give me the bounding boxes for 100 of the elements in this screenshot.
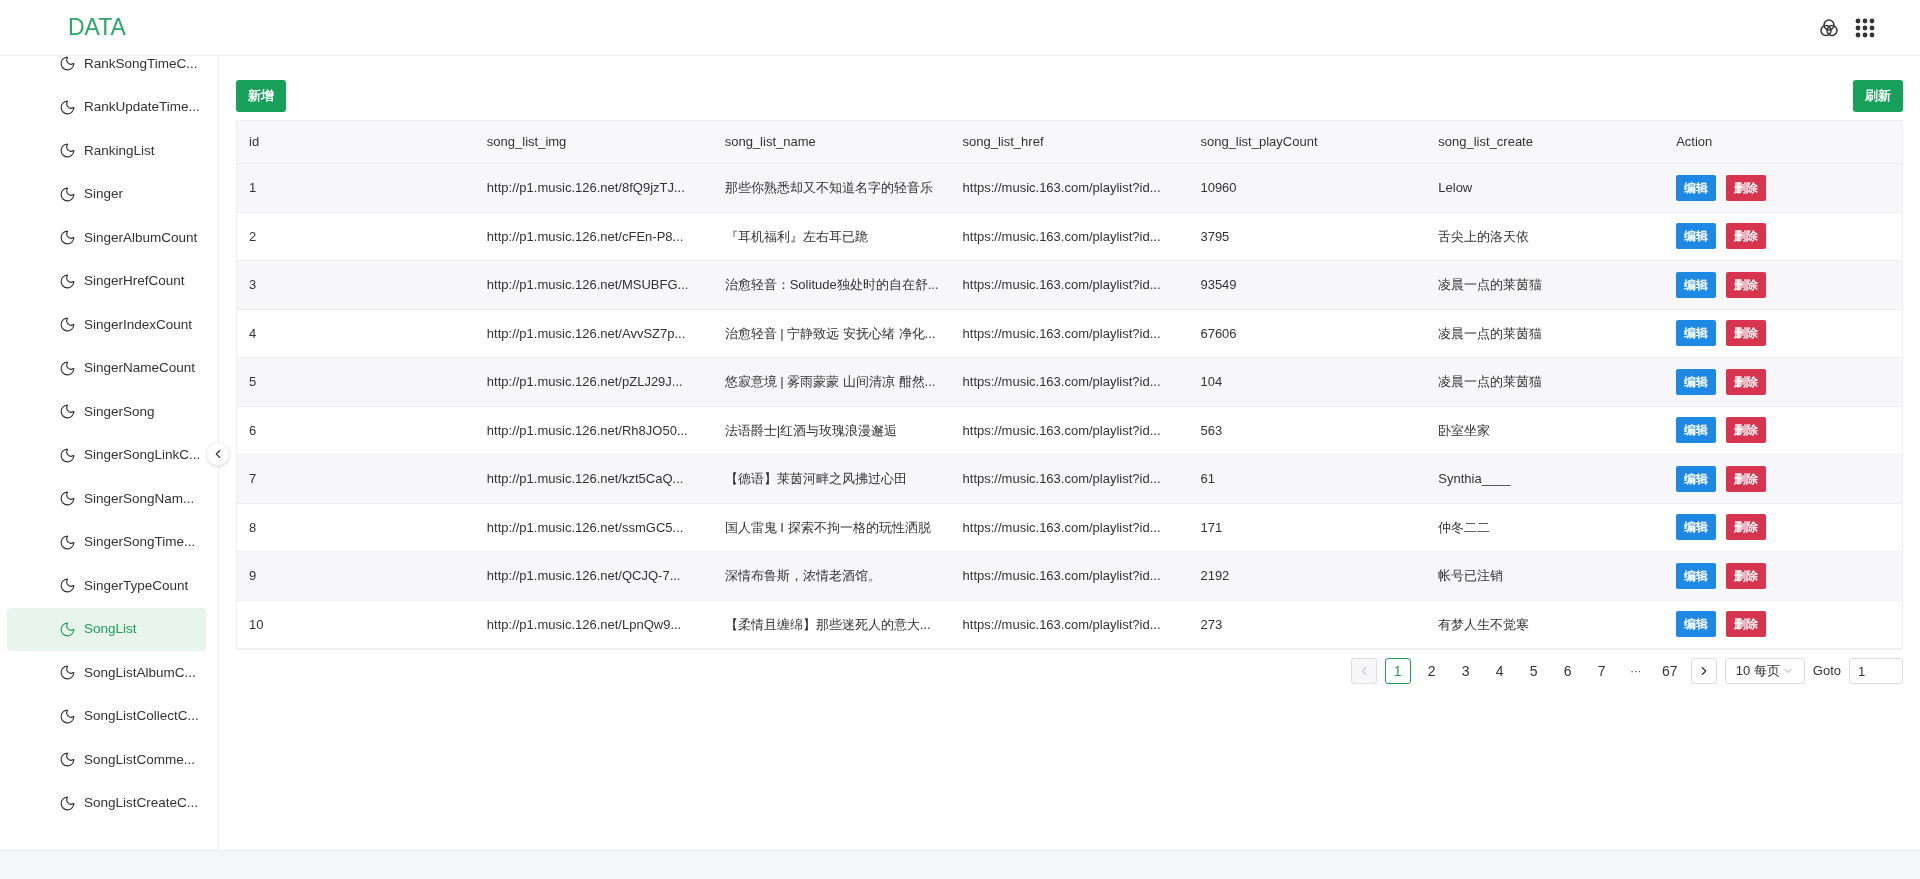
table-cell: 法语爵士|红酒与玫瑰浪漫邂逅 xyxy=(724,422,898,438)
moon-icon xyxy=(59,751,76,769)
page-ellipsis[interactable]: ··· xyxy=(1622,658,1649,684)
edit-button[interactable]: 编辑 xyxy=(1676,514,1717,541)
table-cell: 8 xyxy=(249,519,257,535)
page-button[interactable]: 6 xyxy=(1554,658,1581,684)
column-header: song_list_img xyxy=(486,134,567,150)
sidebar-item[interactable]: SingerSongNam... xyxy=(7,477,206,521)
table-cell: 凌晨一点的莱茵猫 xyxy=(1438,325,1543,341)
table-cell: 卧室坐家 xyxy=(1438,422,1491,438)
table-cell: 563 xyxy=(1200,422,1223,438)
sidebar-item[interactable]: RankingList xyxy=(7,129,206,173)
page-button[interactable]: 4 xyxy=(1486,658,1513,684)
table-cell: 6 xyxy=(249,422,257,438)
delete-button[interactable]: 删除 xyxy=(1726,223,1767,250)
table-cell: 10960 xyxy=(1200,180,1237,195)
table-cell: http://p1.music.126.net/MSUBFG... xyxy=(486,277,689,292)
overlapping-circles-icon[interactable] xyxy=(1819,17,1839,38)
sidebar-item[interactable]: RankUpdateTime... xyxy=(7,85,206,129)
edit-button[interactable]: 编辑 xyxy=(1676,562,1717,589)
goto-label: Goto xyxy=(1812,662,1841,681)
table-cell: http://p1.music.126.net/kzt5CaQ... xyxy=(486,471,684,486)
table-cell: 1 xyxy=(249,180,257,195)
sidebar-item[interactable]: Singer xyxy=(7,172,206,216)
table-cell: 67606 xyxy=(1200,325,1237,341)
sidebar-item[interactable]: SingerAlbumCount xyxy=(7,216,206,260)
sidebar-item[interactable]: SingerIndexCount xyxy=(7,303,206,347)
sidebar-item[interactable]: SingerSongLinkC... xyxy=(7,433,206,477)
table-cell: http://p1.music.126.net/LpnQw9... xyxy=(486,616,682,632)
delete-button[interactable]: 删除 xyxy=(1726,174,1767,201)
moon-icon xyxy=(59,98,76,116)
column-header: id xyxy=(249,134,260,150)
delete-button[interactable]: 删除 xyxy=(1726,514,1767,541)
sidebar-item[interactable]: SingerSong xyxy=(7,390,206,434)
table-cell: https://music.163.com/playlist?id... xyxy=(962,277,1161,292)
table-cell: 国人雷鬼 I 探索不拘一格的玩性洒脱 xyxy=(724,519,931,535)
table-cell: 有梦人生不觉寒 xyxy=(1438,616,1530,632)
delete-button[interactable]: 删除 xyxy=(1726,562,1767,589)
moon-icon xyxy=(59,446,76,464)
page-button[interactable]: 2 xyxy=(1418,658,1445,684)
column-header: Action xyxy=(1676,134,1713,150)
edit-button[interactable]: 编辑 xyxy=(1676,320,1717,347)
sidebar-item[interactable]: SingerSongTime... xyxy=(7,520,206,564)
table-cell: Lelow xyxy=(1438,180,1473,195)
column-header: song_list_name xyxy=(724,134,816,150)
table-cell: https://music.163.com/playlist?id... xyxy=(962,180,1161,195)
moon-icon xyxy=(59,185,76,203)
goto-field[interactable]: 1 xyxy=(1849,658,1903,684)
app-grid-icon[interactable] xyxy=(1855,17,1875,38)
page-button[interactable]: 3 xyxy=(1452,658,1479,684)
delete-button[interactable]: 删除 xyxy=(1726,368,1767,395)
table-cell: 仲冬二二 xyxy=(1438,519,1491,535)
moon-icon xyxy=(59,142,76,160)
edit-button[interactable]: 编辑 xyxy=(1676,174,1717,201)
sidebar-item[interactable]: SongListCollectC... xyxy=(7,694,206,738)
page-button[interactable]: 5 xyxy=(1520,658,1547,684)
collapse-button[interactable] xyxy=(206,442,230,466)
sidebar-item[interactable]: SingerTypeCount xyxy=(7,564,206,608)
table-cell: 3795 xyxy=(1200,228,1230,244)
moon-icon xyxy=(59,403,76,421)
moon-icon xyxy=(59,664,76,682)
edit-button[interactable]: 编辑 xyxy=(1676,611,1717,638)
table-cell: 治愈轻音：Solitude独处时的自在舒... xyxy=(724,277,939,292)
moon-icon xyxy=(59,316,76,334)
sidebar-item[interactable]: SingerNameCount xyxy=(7,346,206,390)
edit-button[interactable]: 编辑 xyxy=(1676,417,1717,444)
app-title: DATA xyxy=(68,13,126,43)
delete-button[interactable]: 删除 xyxy=(1726,465,1767,492)
sidebar-item[interactable]: SongListAlbumC... xyxy=(7,651,206,695)
table-cell: http://p1.music.126.net/ssmGC5... xyxy=(486,519,684,535)
table-cell: 61 xyxy=(1200,471,1215,486)
table-cell: 9 xyxy=(249,568,257,583)
delete-button[interactable]: 删除 xyxy=(1726,417,1767,444)
moon-icon xyxy=(59,533,76,551)
edit-button[interactable]: 编辑 xyxy=(1676,271,1717,298)
table-cell: http://p1.music.126.net/AvvSZ7p... xyxy=(486,325,686,341)
table-cell: https://music.163.com/playlist?id... xyxy=(962,519,1161,535)
delete-button[interactable]: 删除 xyxy=(1726,320,1767,347)
sidebar-item[interactable]: SongListCreateC... xyxy=(7,781,206,825)
edit-button[interactable]: 编辑 xyxy=(1676,465,1717,492)
table-cell: http://p1.music.126.net/cFEn-P8... xyxy=(486,228,684,244)
table-cell: http://p1.music.126.net/pZLJ29J... xyxy=(486,374,683,389)
page-button[interactable]: 7 xyxy=(1588,658,1615,684)
edit-button[interactable]: 编辑 xyxy=(1676,223,1717,250)
table-cell: 2 xyxy=(249,228,257,244)
delete-button[interactable]: 删除 xyxy=(1726,271,1767,298)
delete-button[interactable]: 删除 xyxy=(1726,611,1767,638)
sidebar-item[interactable]: SongListComme... xyxy=(7,738,206,782)
page-size-select[interactable]: 10 每页 xyxy=(1724,658,1805,684)
sidebar-item[interactable]: RankSongTimeC... xyxy=(7,56,206,86)
table-cell: 171 xyxy=(1200,519,1223,535)
sidebar-item[interactable]: SingerHrefCount xyxy=(7,259,206,303)
table-cell: https://music.163.com/playlist?id... xyxy=(962,325,1161,341)
table-cell: https://music.163.com/playlist?id... xyxy=(962,568,1161,583)
table-cell: 【柔情且缠绵】那些迷死人的意大... xyxy=(724,616,931,632)
table-cell: http://p1.music.126.net/Rh8JO50... xyxy=(486,422,688,438)
page-button[interactable]: 67 xyxy=(1656,658,1683,684)
edit-button[interactable]: 编辑 xyxy=(1676,368,1717,395)
moon-icon xyxy=(59,620,76,638)
moon-icon xyxy=(59,56,76,73)
